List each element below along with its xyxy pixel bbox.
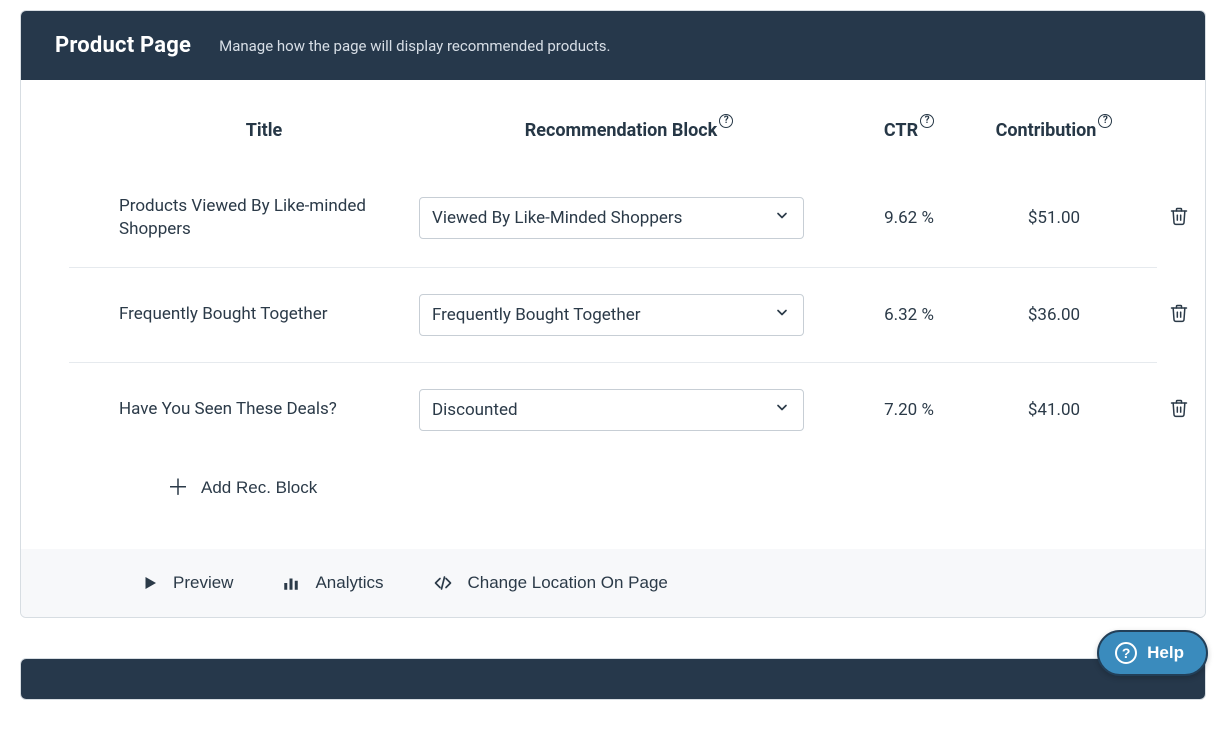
recommendation-table: Title Recommendation Block ? CTR ? Contr… [21, 80, 1205, 549]
ctr-value: 7.20 % [849, 400, 969, 420]
contribution-value: $41.00 [979, 400, 1129, 420]
col-contribution-label: Contribution [996, 120, 1097, 141]
preview-button[interactable]: Preview [69, 573, 233, 593]
trash-icon [1169, 406, 1189, 421]
help-button[interactable]: ? Help [1097, 630, 1208, 676]
product-page-card: Product Page Manage how the page will di… [20, 10, 1206, 618]
col-title-label: Title [246, 120, 283, 141]
delete-button[interactable] [1165, 299, 1193, 330]
recommendation-block-select[interactable]: Frequently Bought Together [419, 294, 804, 336]
table-header: Title Recommendation Block ? CTR ? Contr… [69, 120, 1157, 169]
add-rec-block-button[interactable]: ＋ Add Rec. Block [167, 477, 317, 499]
col-ctr: CTR ? [849, 120, 969, 141]
delete-button[interactable] [1165, 202, 1193, 233]
row-title: Have You Seen These Deals? [119, 398, 409, 421]
trash-icon [1169, 214, 1189, 229]
select-value: Discounted [432, 400, 518, 420]
page-title: Product Page [55, 33, 191, 58]
page-subtitle: Manage how the page will display recomme… [219, 37, 610, 55]
col-contribution: Contribution ? [979, 120, 1129, 141]
delete-button[interactable] [1165, 394, 1193, 425]
help-icon[interactable]: ? [920, 112, 934, 128]
code-icon [432, 574, 454, 592]
col-ctr-label: CTR [884, 120, 918, 141]
row-title: Frequently Bought Together [119, 303, 409, 326]
trash-icon [1169, 311, 1189, 326]
recommendation-block-select[interactable]: Viewed By Like-Minded Shoppers [419, 197, 804, 239]
contribution-value: $51.00 [979, 208, 1129, 228]
change-location-label: Change Location On Page [468, 573, 668, 593]
contribution-value: $36.00 [979, 305, 1129, 325]
help-label: Help [1147, 643, 1184, 663]
table-row: Products Viewed By Like-minded Shoppers … [69, 169, 1157, 267]
bar-chart-icon [281, 574, 301, 592]
ctr-value: 6.32 % [849, 305, 969, 325]
help-icon: ? [1115, 642, 1137, 664]
add-rec-block-label: Add Rec. Block [201, 478, 317, 498]
play-icon [141, 574, 159, 592]
col-block: Recommendation Block ? [419, 120, 839, 141]
row-title: Products Viewed By Like-minded Shoppers [119, 195, 409, 241]
card-header: Product Page Manage how the page will di… [21, 11, 1205, 80]
plus-icon: ＋ [167, 477, 189, 499]
change-location-button[interactable]: Change Location On Page [432, 573, 668, 593]
col-title: Title [119, 120, 409, 141]
ctr-value: 9.62 % [849, 208, 969, 228]
recommendation-block-select[interactable]: Discounted [419, 389, 804, 431]
card-footer: Preview Analytics Change Location On Pag… [21, 549, 1205, 617]
table-row: Frequently Bought Together Frequently Bo… [69, 267, 1157, 362]
analytics-button[interactable]: Analytics [281, 573, 383, 593]
select-value: Viewed By Like-Minded Shoppers [432, 208, 682, 228]
table-row: Have You Seen These Deals? Discounted 7.… [69, 362, 1157, 457]
help-icon[interactable]: ? [1098, 112, 1112, 128]
analytics-label: Analytics [315, 573, 383, 593]
help-icon[interactable]: ? [719, 112, 733, 128]
preview-label: Preview [173, 573, 233, 593]
table-body: Products Viewed By Like-minded Shoppers … [69, 169, 1157, 457]
select-value: Frequently Bought Together [432, 305, 640, 325]
col-block-label: Recommendation Block [525, 120, 718, 141]
next-card [20, 658, 1206, 700]
